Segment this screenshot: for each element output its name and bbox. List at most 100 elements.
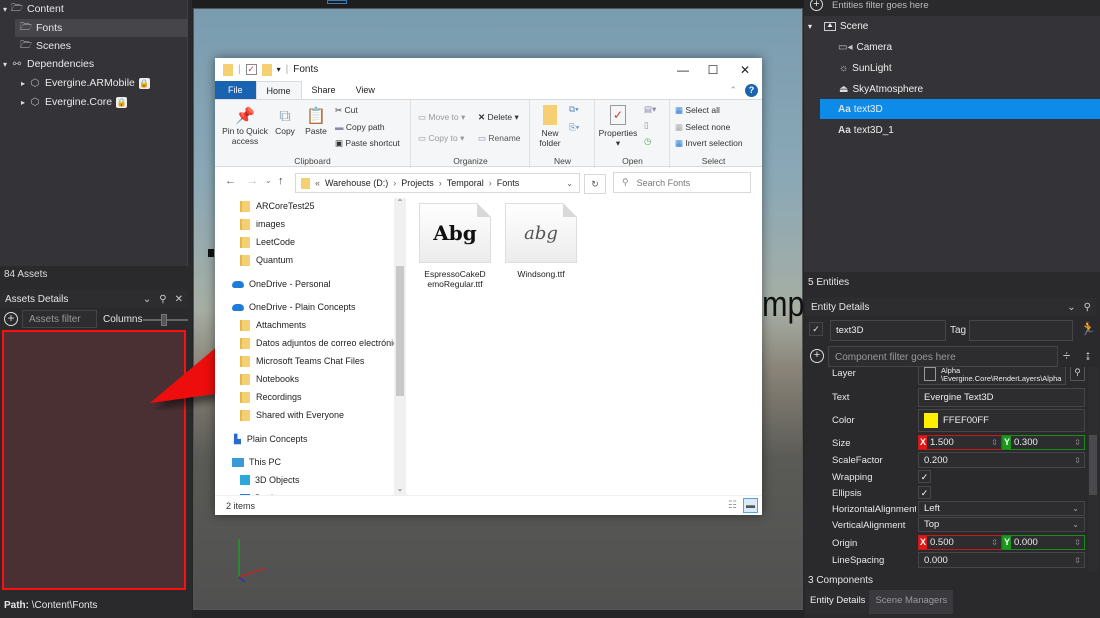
wrapping-checkbox[interactable]: ✓ [918,470,931,483]
collapse-arrow-icon[interactable]: ▸ [18,98,28,107]
ellipsis-checkbox[interactable]: ✓ [918,486,931,499]
delete-button[interactable]: ✕ Delete ▾ [478,112,519,123]
nav-item[interactable]: Attachments [240,317,306,333]
edit-button[interactable]: ▯ [644,120,649,131]
copy-to-button[interactable]: ▭ Copy to ▾ [418,133,464,144]
nav-item[interactable]: LeetCode [240,234,295,250]
copy-path-button[interactable]: ▬ Copy path [335,122,385,132]
entity-text3d-1[interactable]: Aa text3D_1 [838,120,1100,140]
nav-item[interactable]: Quantum [240,252,293,268]
entity-camera[interactable]: ▭◂ Camera [838,37,1100,57]
back-button[interactable]: ← [225,175,236,187]
entity-text3d[interactable]: Aa text3D [820,99,1100,119]
size-y-input[interactable]: Y 0.300 ⇳ [1002,435,1085,450]
properties-button[interactable]: ✓ Properties ▾ [598,105,638,148]
move-to-button[interactable]: ▭ Move to ▾ [418,112,465,123]
nav-item-3d-objects[interactable]: 3D Objects [240,472,300,488]
breadcrumb-fonts[interactable]: Fonts [497,178,520,188]
file-item-espressocake[interactable]: Abg EspressoCakeDemoRegular.ttf [415,203,495,289]
nav-item[interactable]: Datos adjuntos de correo electrónico [240,335,403,351]
nav-item[interactable]: Recordings [240,389,302,405]
add-entity-button[interactable]: + [810,0,823,11]
tab-home[interactable]: Home [255,81,302,99]
scrollbar-thumb[interactable] [1089,435,1097,495]
minimize-button[interactable]: — [668,63,698,77]
history-button[interactable]: ◷ [644,136,651,147]
properties-quick-icon[interactable]: ✓ [245,64,257,75]
entity-scene[interactable]: ▾ ⛰ Scene [808,16,1088,36]
copy-button[interactable]: ⧉ Copy [271,108,299,136]
scrollbar-thumb[interactable] [396,266,404,396]
nav-item-onedrive-plain[interactable]: OneDrive - Plain Concepts [232,299,356,315]
assets-filter-input[interactable]: Assets filter [22,310,97,328]
nav-item[interactable]: Microsoft Teams Chat Files [240,353,364,369]
entities-filter-input[interactable]: Entities filter goes here [832,0,929,11]
new-item-button[interactable]: ⧉▾ [569,104,579,115]
entity-skyatmosphere[interactable]: ⏏ SkyAtmosphere [839,79,1100,99]
component-filter-input[interactable]: Component filter goes here [828,346,1058,367]
address-bar[interactable]: « Warehouse (D:) › Projects › Temporal › Fo… [295,173,580,193]
text-value-input[interactable]: Evergine Text3D [918,388,1085,407]
paste-button[interactable]: 📋 Paste [301,108,331,136]
nav-scrollbar[interactable]: ⌃ ⌄ [394,198,406,495]
tree-item-armobile[interactable]: ▸ ⬡ Evergine.ARMobile 🔒 [18,74,206,92]
tree-item-dependencies[interactable]: ▾ ⚯ Dependencies [0,55,188,73]
color-picker[interactable]: FFEF00FF [918,409,1085,432]
large-icons-view-button[interactable]: ▬ [743,498,758,513]
toolbar-button[interactable] [327,0,347,4]
refresh-button[interactable]: ↻ [584,174,606,194]
entity-enabled-checkbox[interactable]: ✓ [809,322,823,336]
expand-all-icon[interactable]: ↨ [1085,348,1091,362]
nav-item-onedrive-personal[interactable]: OneDrive - Personal [232,276,331,292]
new-folder-button[interactable]: New folder [535,105,565,148]
tab-share[interactable]: Share [302,81,346,99]
layer-field[interactable]: Alpha \Evergine.Core\RenderLayers\Alpha [918,367,1066,385]
layer-search-icon[interactable]: ⚲ [1070,367,1085,381]
invert-selection-button[interactable]: ▦ Invert selection [675,138,743,149]
collapse-all-icon[interactable]: ÷ [1063,348,1070,363]
tab-entity-details[interactable]: Entity Details [806,590,870,614]
quick-access-dropdown-icon[interactable]: ▾ [277,65,281,74]
chevron-down-icon[interactable]: ⌄ [1067,302,1075,313]
tree-item-fonts[interactable]: 🗁 Fonts [15,19,188,37]
cut-button[interactable]: ✂ Cut [335,105,358,116]
maximize-button[interactable]: ☐ [698,63,728,77]
scalefactor-input[interactable]: 0.200 ⇳ [918,452,1085,468]
horizontal-alignment-dropdown[interactable]: Left ⌄ [918,501,1085,516]
easy-access-button[interactable]: ⎘▾ [569,122,579,133]
up-button[interactable]: ↑ [278,175,284,187]
tag-input[interactable] [969,320,1073,341]
expand-arrow-icon[interactable]: ▾ [808,22,820,31]
new-folder-quick-icon[interactable] [261,63,272,76]
pin-quick-access-button[interactable]: 📌 Pin to Quick access [219,108,271,146]
tab-scene-managers[interactable]: Scene Managers [869,590,954,614]
scroll-down-icon[interactable]: ⌄ [394,484,406,493]
tab-view[interactable]: View [346,81,385,99]
origin-x-input[interactable]: X 0.500 ⇳ [918,535,1002,550]
entity-name-input[interactable]: text3D [830,320,946,341]
nav-item[interactable]: images [240,216,285,232]
details-view-button[interactable]: ☷ [728,500,737,511]
pin-icon[interactable]: ⚲ [1084,302,1091,313]
tree-item-content[interactable]: ▾ 🗁 Content [0,0,188,18]
file-item-windsong[interactable]: abg Windsong.ttf [501,203,581,279]
expand-arrow-icon[interactable]: ▾ [0,5,10,14]
expand-arrow-icon[interactable]: ▾ [0,60,10,69]
nav-item-this-pc[interactable]: This PC [232,454,281,470]
linespacing-input[interactable]: 0.000 ⇳ [918,552,1085,568]
breadcrumb-temporal[interactable]: Temporal [447,178,484,188]
select-all-button[interactable]: ▦ Select all [675,105,720,116]
breadcrumb-projects[interactable]: Projects [401,178,434,188]
tree-item-core[interactable]: ▸ ⬡ Evergine.Core 🔒 [18,93,206,111]
address-dropdown-icon[interactable]: ⌄ [566,179,573,188]
add-component-button[interactable]: + [810,349,824,363]
search-input[interactable]: ⚲ Search Fonts [613,172,751,193]
recent-locations-button[interactable]: ⌄ [265,176,272,185]
vertical-alignment-dropdown[interactable]: Top ⌄ [918,517,1085,532]
nav-item[interactable]: Shared with Everyone [240,407,344,423]
entity-sunlight[interactable]: ☼ SunLight [839,58,1100,78]
properties-scrollbar[interactable] [1088,367,1098,572]
scroll-up-icon[interactable]: ⌃ [394,198,406,207]
breadcrumb-warehouse[interactable]: Warehouse (D:) [325,178,388,188]
collapse-arrow-icon[interactable]: ▸ [18,79,28,88]
